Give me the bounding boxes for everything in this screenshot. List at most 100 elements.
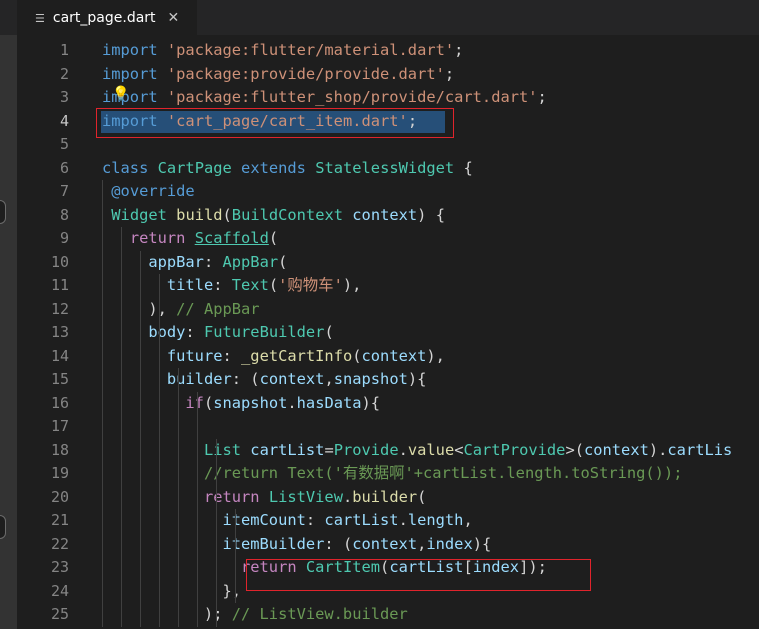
code-line[interactable]: 12 ), // AppBar — [17, 298, 759, 321]
line-number: 24 — [50, 581, 69, 600]
code-editor[interactable]: 1 import 'package:flutter/material.dart';… — [17, 35, 759, 629]
line-number: 15 — [50, 370, 69, 388]
code-line[interactable]: 6 class CartPage extends StatelessWidget … — [17, 157, 759, 180]
close-icon[interactable]: ✕ — [168, 10, 180, 26]
code-text[interactable]: import 'package:flutter/material.dart'; — [102, 39, 463, 62]
line-number: 17 — [50, 417, 69, 435]
code-text[interactable]: itemCount: cartList.length, — [102, 509, 472, 532]
code-token: ){ — [472, 534, 492, 553]
code-text[interactable]: }, — [102, 580, 241, 603]
code-text[interactable]: appBar: AppBar( — [102, 251, 287, 274]
code-line[interactable]: 8 Widget build(BuildContext context) { — [17, 204, 759, 227]
code-token: ). — [648, 440, 668, 459]
highlight-box-return — [246, 559, 591, 591]
line-number: 4 — [59, 111, 69, 130]
editor-tab[interactable]: ☰ cart_page.dart ✕ — [17, 0, 197, 35]
code-token: context — [259, 370, 325, 388]
code-token: FutureBuilder — [203, 323, 325, 341]
code-text[interactable]: return Scaffold( — [102, 227, 278, 250]
code-token: ( — [352, 346, 362, 365]
code-line[interactable]: 18 List cartList=Provide.value<CartProvi… — [17, 439, 759, 462]
line-number: 2 — [59, 64, 69, 83]
code-token: cartList — [250, 440, 325, 459]
lightbulb-icon[interactable]: 💡 — [112, 87, 129, 101]
code-line[interactable]: 20 return ListView.builder( — [17, 486, 759, 509]
code-token: builder — [166, 370, 232, 388]
line-number: 10 — [50, 252, 69, 271]
code-token: //return Text('有数据啊'+cartList.length.toS… — [203, 464, 683, 482]
code-line[interactable]: 10 appBar: AppBar( — [17, 251, 759, 274]
code-line[interactable]: 25 ); // ListView.builder — [17, 603, 759, 626]
indent-guide — [140, 250, 141, 627]
code-line[interactable]: 9 return Scaffold( — [17, 227, 759, 250]
code-text[interactable]: //return Text('有数据啊'+cartList.length.toS… — [102, 462, 683, 485]
code-token: ), — [426, 346, 445, 365]
line-number: 13 — [50, 323, 69, 341]
code-token: appBar — [148, 252, 204, 271]
code-token: ( — [203, 393, 214, 412]
indent-guide — [235, 509, 236, 603]
code-text[interactable]: ); // ListView.builder — [102, 603, 408, 626]
code-token: import — [102, 41, 158, 59]
code-text[interactable]: class CartPage extends StatelessWidget { — [102, 157, 473, 180]
code-token: . — [398, 440, 408, 459]
code-token: , — [417, 534, 427, 553]
code-token: 'package:provide/provide.dart' — [166, 64, 445, 83]
code-text[interactable]: builder: (context,snapshot){ — [102, 368, 427, 391]
code-text[interactable]: @override — [102, 180, 194, 203]
code-text[interactable]: ), // AppBar — [102, 298, 259, 321]
code-token: return — [203, 487, 260, 506]
code-text[interactable]: return ListView.builder( — [102, 486, 426, 509]
code-token: List — [203, 440, 242, 459]
code-text[interactable]: import 'package:provide/provide.dart'; — [102, 63, 454, 86]
code-line[interactable]: 19 //return Text('有数据啊'+cartList.length.… — [17, 462, 759, 485]
code-line[interactable]: 22 itemBuilder: (context,index){ — [17, 533, 759, 556]
code-line[interactable]: 16 if(snapshot.hasData){ — [17, 392, 759, 415]
line-number: 18 — [50, 440, 69, 459]
code-line[interactable]: 21 itemCount: cartList.length, — [17, 509, 759, 532]
code-token: StatelessWidget — [315, 158, 455, 177]
code-token: CartPage — [157, 158, 232, 177]
code-line[interactable]: 11 title: Text('购物车'), — [17, 274, 759, 297]
code-line[interactable]: 2 import 'package:provide/provide.dart'; — [17, 63, 759, 86]
code-token: , — [324, 370, 334, 388]
highlight-box-import — [96, 108, 454, 138]
code-token: builder — [352, 487, 418, 506]
code-line[interactable]: 14 future: _getCartInfo(context), — [17, 345, 759, 368]
code-token: ( — [278, 252, 288, 271]
code-token: 'package:flutter_shop/provide/cart.dart' — [166, 88, 538, 106]
tab-title[interactable]: cart_page.dart — [53, 10, 156, 26]
code-line[interactable]: 7 @override — [17, 180, 759, 203]
code-text[interactable]: Widget build(BuildContext context) { — [102, 204, 445, 227]
code-text[interactable]: body: FutureBuilder( — [102, 321, 333, 344]
code-line[interactable]: 17 — [17, 415, 759, 438]
code-token: BuildContext — [231, 205, 343, 224]
code-token: ( — [222, 205, 232, 224]
code-token: ){ — [361, 393, 381, 412]
code-token: context — [352, 534, 418, 553]
code-token: index — [426, 534, 473, 553]
code-line[interactable]: 1 import 'package:flutter/material.dart'; — [17, 39, 759, 62]
activity-indicator — [0, 200, 6, 224]
code-text[interactable]: if(snapshot.hasData){ — [102, 392, 380, 415]
indent-guide — [159, 274, 160, 627]
code-text[interactable]: import 'package:flutter_shop/provide/car… — [102, 86, 547, 109]
code-text[interactable]: future: _getCartInfo(context), — [102, 345, 445, 368]
code-line[interactable]: 13 body: FutureBuilder( — [17, 321, 759, 344]
code-token: : — [203, 252, 223, 271]
list-icon: ☰ — [35, 11, 45, 25]
code-token: hasData — [296, 393, 362, 412]
code-text[interactable]: itemBuilder: (context,index){ — [102, 533, 491, 556]
code-token: Widget — [111, 205, 167, 224]
code-line[interactable]: 15 builder: (context,snapshot){ — [17, 368, 759, 391]
line-number: 20 — [50, 487, 69, 506]
indent-guide — [178, 368, 179, 627]
